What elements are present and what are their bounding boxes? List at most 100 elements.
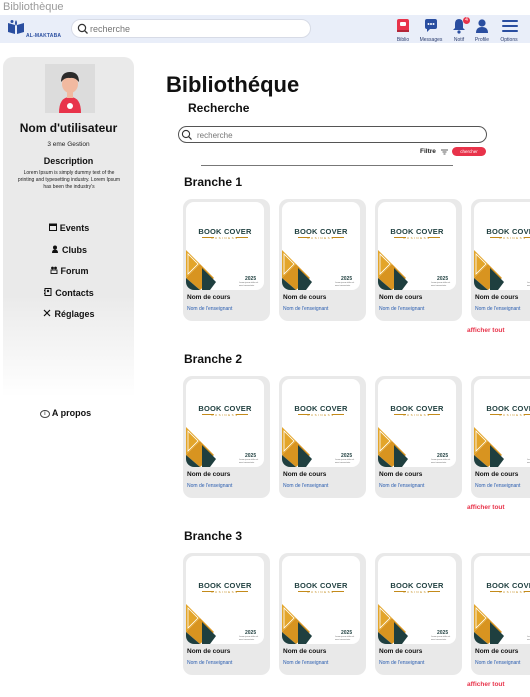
teacher-name[interactable]: Nom de l'enseignant bbox=[475, 483, 520, 489]
top-search-input[interactable] bbox=[90, 22, 300, 36]
show-all-link[interactable]: afficher tout bbox=[467, 504, 505, 511]
search-button[interactable]: chercher bbox=[452, 147, 486, 156]
teacher-name[interactable]: Nom de l'enseignant bbox=[187, 660, 232, 666]
cover-title: BOOK COVER bbox=[390, 404, 444, 413]
show-all-link[interactable]: afficher tout bbox=[467, 327, 505, 334]
cover-divider bbox=[332, 591, 344, 592]
cover-title: BOOK COVER bbox=[294, 581, 348, 590]
contacts-icon bbox=[43, 288, 53, 298]
cover-subtitle: BUSINESS bbox=[403, 590, 431, 594]
cover-tiny-text: Lorem ipsum dolor sit amet consectetur bbox=[239, 636, 259, 641]
sidebar-item-forum[interactable]: Forum bbox=[3, 266, 134, 276]
teacher-name[interactable]: Nom de l'enseignant bbox=[187, 483, 232, 489]
clubs-icon bbox=[50, 245, 60, 255]
course-card[interactable]: BOOK COVER BUSINESS 2025 Lorem ipsum dol… bbox=[183, 199, 270, 321]
page-label: Bibliothèque bbox=[3, 1, 64, 13]
cover-subtitle: BUSINESS bbox=[211, 590, 239, 594]
course-card[interactable]: BOOK COVER BUSINESS 2025 Lorem ipsum dol… bbox=[375, 199, 462, 321]
description-text: Lorem Ipsum is simply dummy text of the … bbox=[17, 170, 121, 190]
avatar[interactable] bbox=[45, 64, 95, 113]
info-icon: i bbox=[39, 410, 50, 418]
teacher-name[interactable]: Nom de l'enseignant bbox=[475, 660, 520, 666]
cover-art-graphic bbox=[474, 250, 504, 290]
description-title: Description bbox=[43, 156, 94, 166]
cover-title: BOOK COVER bbox=[390, 227, 444, 236]
course-name: Nom de cours bbox=[187, 294, 231, 301]
library-search-bar[interactable] bbox=[178, 126, 487, 143]
book-cover: BOOK COVER BUSINESS 2025 Lorem ipsum dol… bbox=[186, 556, 264, 644]
top-search-bar[interactable] bbox=[71, 19, 311, 38]
filter-label[interactable]: Filtre bbox=[420, 148, 436, 155]
sidebar-item-events[interactable]: Events bbox=[3, 223, 134, 233]
cover-divider bbox=[524, 237, 530, 238]
sidebar-item-settings-label: Réglages bbox=[54, 309, 95, 319]
top-navbar: AL-MAKTABA Biblio Messages 4 Notif bbox=[0, 15, 530, 43]
cover-art-graphic bbox=[282, 604, 312, 644]
show-all-link[interactable]: afficher tout bbox=[467, 681, 505, 688]
cover-subtitle: BUSINESS bbox=[403, 236, 431, 240]
cover-subtitle: BUSINESS bbox=[307, 413, 335, 417]
teacher-name[interactable]: Nom de l'enseignant bbox=[283, 483, 328, 489]
app-logo[interactable]: AL-MAKTABA bbox=[6, 19, 62, 41]
teacher-name[interactable]: Nom de l'enseignant bbox=[475, 306, 520, 312]
sidebar-item-settings[interactable]: Réglages bbox=[3, 309, 134, 319]
filter-icon[interactable] bbox=[441, 149, 448, 155]
sidebar-item-about[interactable]: iA propos bbox=[0, 408, 131, 418]
nav-options-label: Options bbox=[500, 37, 518, 43]
course-card[interactable]: BOOK COVER BUSINESS 2025 Lorem ipsum dol… bbox=[183, 376, 270, 498]
sidebar-item-contacts[interactable]: Contacts bbox=[3, 288, 134, 298]
cover-title: BOOK COVER bbox=[486, 227, 530, 236]
teacher-name[interactable]: Nom de l'enseignant bbox=[379, 660, 424, 666]
course-name: Nom de cours bbox=[283, 471, 327, 478]
sidebar-item-clubs[interactable]: Clubs bbox=[3, 245, 134, 255]
teacher-name[interactable]: Nom de l'enseignant bbox=[379, 483, 424, 489]
course-name: Nom de cours bbox=[283, 294, 327, 301]
book-cover: BOOK COVER BUSINESS 2025 Lorem ipsum dol… bbox=[282, 556, 360, 644]
teacher-name[interactable]: Nom de l'enseignant bbox=[283, 306, 328, 312]
search-icon bbox=[181, 129, 192, 140]
cover-divider bbox=[428, 591, 440, 592]
course-card[interactable]: BOOK COVER BUSINESS 2025 Lorem ipsum dol… bbox=[279, 376, 366, 498]
teacher-name[interactable]: Nom de l'enseignant bbox=[283, 660, 328, 666]
course-card[interactable]: BOOK COVER BUSINESS 2025 Lorem ipsum dol… bbox=[279, 553, 366, 675]
course-card[interactable]: BOOK COVER BUSINESS 2025 Lorem ipsum dol… bbox=[471, 199, 530, 321]
course-card[interactable]: BOOK COVER BUSINESS 2025 Lorem ipsum dol… bbox=[375, 376, 462, 498]
book-cover: BOOK COVER BUSINESS 2025 Lorem ipsum dol… bbox=[378, 202, 456, 290]
cover-divider bbox=[332, 414, 344, 415]
user-name: Nom d'utilisateur bbox=[19, 121, 118, 135]
teacher-name[interactable]: Nom de l'enseignant bbox=[379, 306, 424, 312]
cover-title: BOOK COVER bbox=[294, 227, 348, 236]
cover-subtitle: BUSINESS bbox=[499, 590, 527, 594]
course-row: BOOK COVER BUSINESS 2025 Lorem ipsum dol… bbox=[183, 553, 530, 676]
course-row: BOOK COVER BUSINESS 2025 Lorem ipsum dol… bbox=[183, 199, 530, 322]
cover-tiny-text: Lorem ipsum dolor sit amet consectetur bbox=[239, 282, 259, 287]
cover-art-graphic bbox=[474, 427, 504, 467]
calendar-icon bbox=[48, 223, 58, 233]
cover-art-graphic bbox=[474, 604, 504, 644]
library-search-input[interactable] bbox=[197, 129, 477, 141]
forum-icon bbox=[49, 266, 59, 276]
book-icon bbox=[397, 19, 409, 32]
book-cover: BOOK COVER BUSINESS 2025 Lorem ipsum dol… bbox=[474, 379, 530, 467]
divider bbox=[201, 165, 453, 166]
teacher-name[interactable]: Nom de l'enseignant bbox=[187, 306, 232, 312]
cover-title: BOOK COVER bbox=[486, 581, 530, 590]
cover-divider bbox=[428, 237, 440, 238]
cover-art-graphic bbox=[282, 427, 312, 467]
course-card[interactable]: BOOK COVER BUSINESS 2025 Lorem ipsum dol… bbox=[375, 553, 462, 675]
book-cover: BOOK COVER BUSINESS 2025 Lorem ipsum dol… bbox=[282, 379, 360, 467]
course-card[interactable]: BOOK COVER BUSINESS 2025 Lorem ipsum dol… bbox=[471, 376, 530, 498]
cover-art-graphic bbox=[378, 427, 408, 467]
cover-tiny-text: Lorem ipsum dolor sit amet consectetur bbox=[431, 459, 451, 464]
course-card[interactable]: BOOK COVER BUSINESS 2025 Lorem ipsum dol… bbox=[471, 553, 530, 675]
cover-tiny-text: Lorem ipsum dolor sit amet consectetur bbox=[431, 282, 451, 287]
settings-icon bbox=[42, 309, 52, 319]
book-cover: BOOK COVER BUSINESS 2025 Lorem ipsum dol… bbox=[474, 202, 530, 290]
nav-options[interactable]: Options bbox=[495, 17, 523, 43]
course-card[interactable]: BOOK COVER BUSINESS 2025 Lorem ipsum dol… bbox=[279, 199, 366, 321]
course-card[interactable]: BOOK COVER BUSINESS 2025 Lorem ipsum dol… bbox=[183, 553, 270, 675]
cover-subtitle: BUSINESS bbox=[307, 236, 335, 240]
course-name: Nom de cours bbox=[475, 648, 519, 655]
cover-art-graphic bbox=[186, 604, 216, 644]
cover-title: BOOK COVER bbox=[294, 404, 348, 413]
